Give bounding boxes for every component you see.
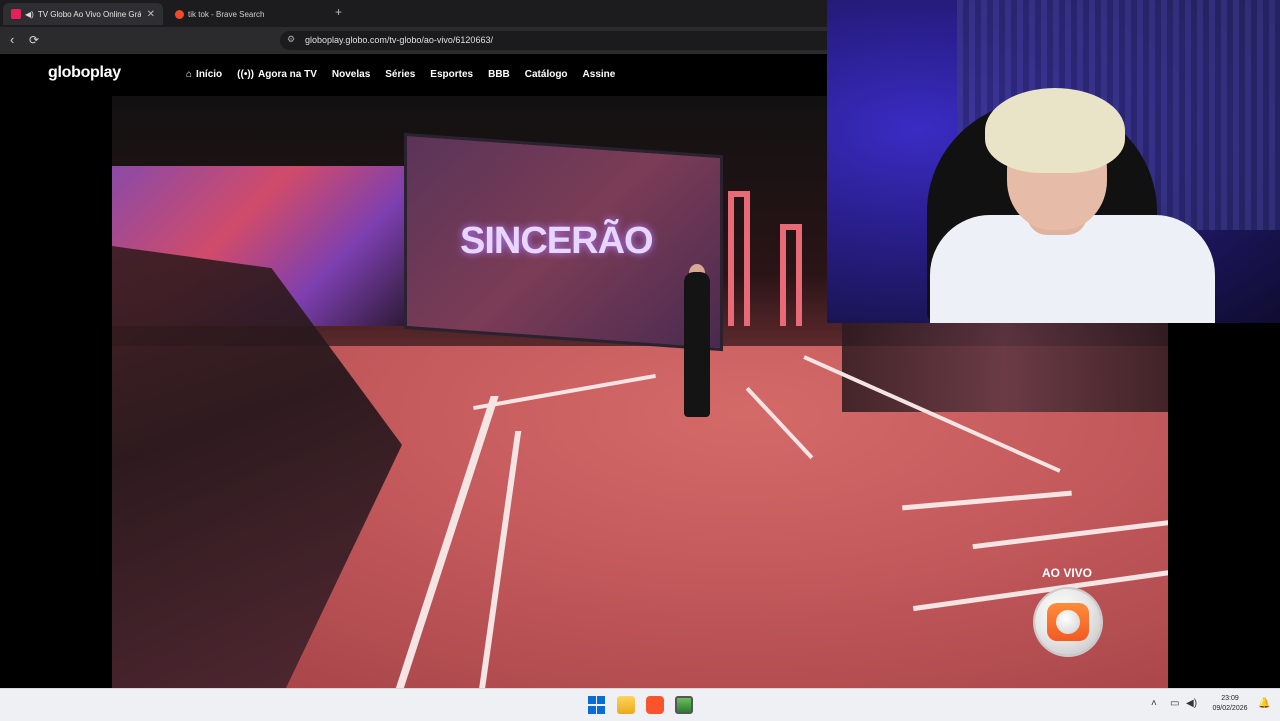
menu-item-assine[interactable]: Assine <box>583 69 616 80</box>
speaker-icon[interactable]: ◀) <box>25 10 34 19</box>
menu-item-esportes[interactable]: Esportes <box>430 69 473 80</box>
broadcast-icon: ((•)) <box>237 69 254 80</box>
globo-logo-ball <box>1056 610 1080 634</box>
menu-item-series[interactable]: Séries <box>385 69 415 80</box>
globoplay-header: globoplay ⌂ Início ((•)) Agora na TV Nov… <box>0 54 827 96</box>
back-icon[interactable]: ‹ <box>10 33 14 47</box>
windows-taskbar: ˄ ▭ ◀) 23:09 09/02/2026 🔔 <box>0 688 1280 721</box>
tab-globoplay[interactable]: ◀) TV Globo Ao Vivo Online Grá ✕ <box>3 3 163 25</box>
menu-item-catalogo[interactable]: Catálogo <box>525 69 568 80</box>
globoplay-favicon-icon <box>11 9 21 19</box>
menu-item-label: Início <box>196 69 223 80</box>
close-tab-icon[interactable]: ✕ <box>147 9 155 20</box>
door-frame <box>728 191 750 326</box>
file-explorer-icon[interactable] <box>617 696 635 714</box>
tab-title: TV Globo Ao Vivo Online Grá <box>37 9 141 19</box>
new-tab-button[interactable]: + <box>335 5 342 19</box>
home-icon: ⌂ <box>186 69 193 80</box>
app-icon[interactable] <box>675 696 693 714</box>
address-bar[interactable]: ⚙ globoplay.globo.com/tv-globo/ao-vivo/6… <box>280 31 827 50</box>
tab-title: tik tok - Brave Search <box>188 9 265 19</box>
network-icon[interactable]: ▭ <box>1170 698 1179 709</box>
webcam-overlay <box>827 0 1280 323</box>
clock-time: 23:09 <box>1221 695 1239 702</box>
system-clock[interactable]: 23:09 09/02/2026 <box>1207 694 1253 714</box>
menu-item-label: Agora na TV <box>258 69 317 80</box>
brave-browser-icon[interactable] <box>646 696 664 714</box>
globo-logo-screen <box>1047 603 1089 641</box>
reload-icon[interactable]: ⟳ <box>29 33 39 47</box>
host <box>684 272 710 417</box>
tv-globo-logo-icon <box>1035 589 1101 655</box>
chevron-up-icon[interactable]: ˄ <box>1151 698 1157 709</box>
streamer-hair <box>985 88 1125 173</box>
notification-icon[interactable]: 🔔 <box>1258 698 1270 709</box>
menu-item-agora-na-tv[interactable]: ((•)) Agora na TV <box>237 69 317 80</box>
live-label: AO VIVO <box>1042 566 1093 580</box>
volume-icon[interactable]: ◀) <box>1186 698 1197 709</box>
letterbox-bar <box>1168 323 1280 688</box>
brave-search-favicon-icon <box>175 9 184 19</box>
tab-brave-search[interactable]: tik tok - Brave Search <box>167 3 327 25</box>
globoplay-menu: ⌂ Início ((•)) Agora na TV Novelas Série… <box>186 69 615 80</box>
door-frame <box>780 224 802 326</box>
globoplay-logo[interactable]: globoplay <box>48 64 121 82</box>
menu-item-bbb[interactable]: BBB <box>488 69 510 80</box>
menu-item-novelas[interactable]: Novelas <box>332 69 370 80</box>
audience-right <box>842 322 1168 412</box>
site-info-icon[interactable]: ⚙ <box>287 34 295 45</box>
url-text[interactable]: globoplay.globo.com/tv-globo/ao-vivo/612… <box>305 35 493 45</box>
windows-start-icon[interactable] <box>588 696 606 714</box>
show-title-sign: SINCERÃO <box>460 220 654 262</box>
browser-tab-bar: ◀) TV Globo Ao Vivo Online Grá ✕ tik tok… <box>0 0 827 27</box>
menu-item-inicio[interactable]: ⌂ Início <box>186 69 222 80</box>
clock-date: 09/02/2026 <box>1212 705 1248 712</box>
browser-nav-bar: ‹ ⟳ ⚙ globoplay.globo.com/tv-globo/ao-vi… <box>0 27 827 54</box>
